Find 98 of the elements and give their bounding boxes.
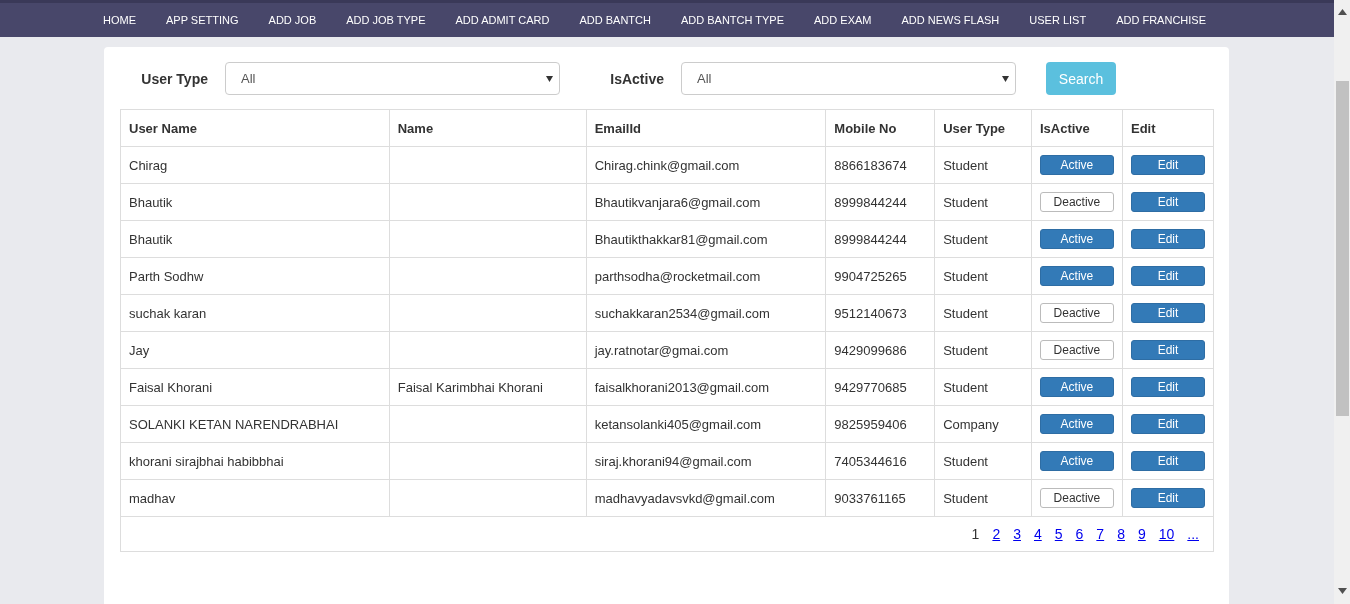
edit-button[interactable]: Edit <box>1131 414 1205 434</box>
filter-label: User Type <box>140 70 209 87</box>
table-cell: Bhautikvanjara6@gmail.com <box>586 183 826 221</box>
edit-button[interactable]: Edit <box>1131 229 1205 249</box>
table-cell: jay.ratnotar@gmai.com <box>586 331 826 369</box>
column-header: EmailId <box>586 109 826 147</box>
table-cell: Faisal Karimbhai Khorani <box>389 368 587 406</box>
nav-link[interactable]: ADD BANTCH <box>564 14 666 26</box>
page-link[interactable]: 8 <box>1117 526 1125 542</box>
page-link[interactable]: 7 <box>1096 526 1105 542</box>
edit-button[interactable]: Edit <box>1131 192 1205 212</box>
scrollbar-thumb[interactable] <box>1335 81 1349 416</box>
status-button[interactable]: Active <box>1039 414 1114 434</box>
filter-label: IsActive <box>609 70 665 87</box>
table-cell: Company <box>934 405 1032 443</box>
edit-button[interactable]: Edit <box>1131 266 1205 286</box>
table-cell: 8999844244 <box>825 183 935 221</box>
table-cell: Faisal Khorani <box>120 368 390 406</box>
page-link[interactable]: 9 <box>1137 526 1146 542</box>
nav-link[interactable]: USER LIST <box>1014 14 1102 26</box>
table-cell: Student <box>934 294 1032 332</box>
nav-link[interactable]: ADD FRANCHISE <box>1101 14 1221 26</box>
caret-icon <box>1002 75 1009 82</box>
edit-button[interactable]: Edit <box>1131 155 1205 175</box>
status-button[interactable]: Deactive <box>1039 303 1114 323</box>
current-page: 1 <box>971 526 980 542</box>
page-link[interactable]: 5 <box>1054 526 1063 542</box>
table-cell: 7405344616 <box>825 442 935 480</box>
table-cell: siraj.khorani94@gmail.com <box>586 442 826 480</box>
column-header: Edit <box>1122 109 1214 147</box>
status-button[interactable]: Active <box>1039 155 1114 175</box>
edit-button[interactable]: Edit <box>1131 451 1205 471</box>
table-cell: 8866183674 <box>825 146 935 184</box>
status-button[interactable]: Deactive <box>1039 488 1114 508</box>
edit-button[interactable]: Edit <box>1131 377 1205 397</box>
table-cell: Bhautik <box>120 183 390 221</box>
status-button[interactable]: Deactive <box>1039 340 1114 360</box>
table-cell: Bhautik <box>120 220 390 258</box>
table-cell: madhav <box>120 479 390 517</box>
status-button[interactable]: Active <box>1039 451 1114 471</box>
page-link[interactable]: 10 <box>1158 526 1175 542</box>
table-cell: Bhautikthakkar81@gmail.com <box>586 220 826 258</box>
nav-link[interactable]: ADD BANTCH TYPE <box>665 14 800 26</box>
table-cell: faisalkhorani2013@gmail.com <box>586 368 826 406</box>
filter-select[interactable]: All <box>225 62 560 95</box>
caret-icon <box>546 75 553 82</box>
table-cell: suchakkaran2534@gmail.com <box>586 294 826 332</box>
nav-link[interactable]: HOME <box>88 14 151 26</box>
page-link[interactable]: 6 <box>1075 526 1084 542</box>
nav-link[interactable]: ADD JOB <box>253 14 332 26</box>
nav-link[interactable]: ADD EXAM <box>799 14 887 26</box>
table-cell: 9904725265 <box>825 257 935 295</box>
table-cell: 9429770685 <box>825 368 935 406</box>
table-cell: 9825959406 <box>825 405 935 443</box>
table-cell: suchak karan <box>120 294 390 332</box>
nav-link[interactable]: ADD NEWS FLASH <box>886 14 1015 26</box>
edit-button[interactable]: Edit <box>1131 340 1205 360</box>
filter-select[interactable]: All <box>681 62 1016 95</box>
column-header: Name <box>389 109 587 147</box>
table-cell: Student <box>934 257 1032 295</box>
page-link[interactable]: ... <box>1187 526 1199 542</box>
table-cell: SOLANKI KETAN NARENDRABHAI <box>120 405 390 443</box>
table-cell: madhavyadavsvkd@gmail.com <box>586 479 826 517</box>
table-cell: Student <box>934 368 1032 406</box>
scrollbar[interactable] <box>1334 0 1350 604</box>
status-button[interactable]: Deactive <box>1039 192 1114 212</box>
table-cell: Student <box>934 183 1032 221</box>
status-button[interactable]: Active <box>1039 266 1114 286</box>
page-link[interactable]: 2 <box>992 526 1001 542</box>
table-cell: Parth Sodhw <box>120 257 390 295</box>
table-cell: Student <box>934 220 1032 258</box>
column-header: User Name <box>120 109 390 147</box>
nav-link[interactable]: APP SETTING <box>151 14 254 26</box>
status-button[interactable]: Active <box>1039 377 1114 397</box>
table-cell: 9512140673 <box>825 294 935 332</box>
table-cell: ketansolanki405@gmail.com <box>586 405 826 443</box>
status-button[interactable]: Active <box>1039 229 1114 249</box>
edit-button[interactable]: Edit <box>1131 303 1205 323</box>
table-cell: 9429099686 <box>825 331 935 369</box>
table-cell: Student <box>934 442 1032 480</box>
column-header: Mobile No <box>825 109 935 147</box>
table-cell: Student <box>934 479 1032 517</box>
table-cell: 9033761165 <box>825 479 935 517</box>
column-header: User Type <box>934 109 1032 147</box>
page-link[interactable]: 4 <box>1033 526 1042 542</box>
table-cell: Chirag.chink@gmail.com <box>586 146 826 184</box>
table-cell: Jay <box>120 331 390 369</box>
table-cell: Student <box>934 331 1032 369</box>
table-cell: parthsodha@rocketmail.com <box>586 257 826 295</box>
table-cell: Student <box>934 146 1032 184</box>
table-cell: Chirag <box>120 146 390 184</box>
table-cell: 8999844244 <box>825 220 935 258</box>
page-link[interactable]: 3 <box>1013 526 1021 542</box>
table-cell: khorani sirajbhai habibbhai <box>120 442 390 480</box>
edit-button[interactable]: Edit <box>1131 488 1205 508</box>
nav-link[interactable]: ADD JOB TYPE <box>331 14 441 26</box>
nav-link[interactable]: ADD ADMIT CARD <box>440 14 565 26</box>
column-header: IsActive <box>1031 109 1123 147</box>
